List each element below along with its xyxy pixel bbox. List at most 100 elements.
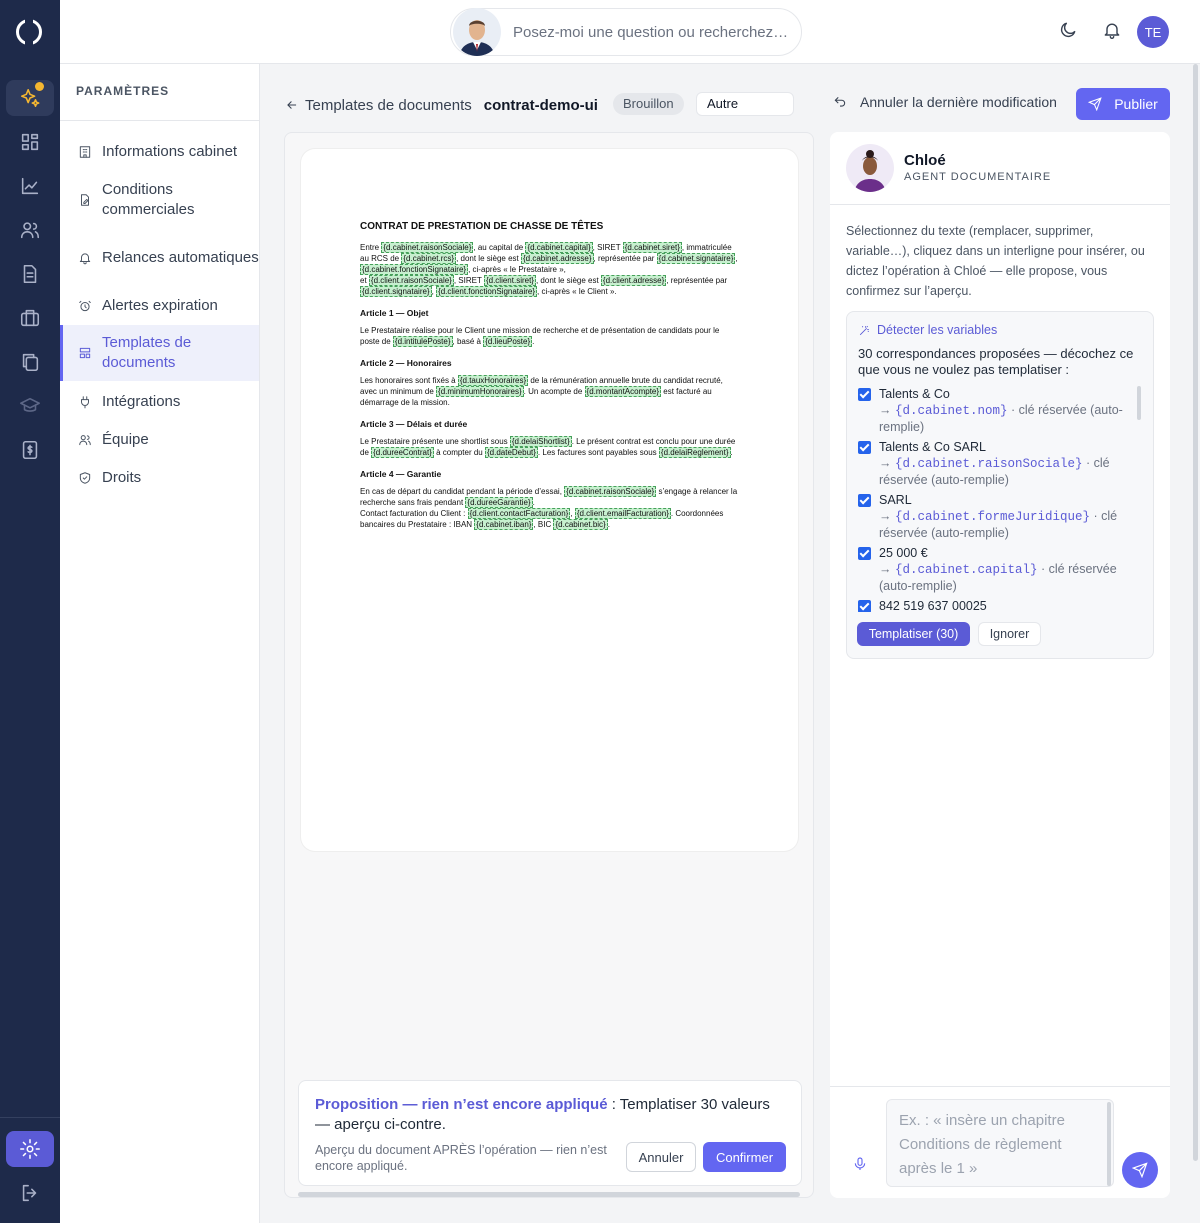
variable-tag[interactable]: {d.client.contactFacturation}: [467, 508, 571, 519]
variable-tag[interactable]: {d.cabinet.bic}: [553, 519, 608, 530]
chat-input[interactable]: Ex. : « insère un chapitre Conditions de…: [886, 1099, 1114, 1187]
dashboard-nav[interactable]: [6, 124, 54, 160]
cancel-button[interactable]: Annuler: [626, 1142, 696, 1172]
variable-tag[interactable]: {d.client.emailFacturation}: [574, 508, 671, 519]
chat-input-scrollbar[interactable]: [1107, 1102, 1111, 1186]
settings-item-informations-cabinet[interactable]: Informations cabinet: [60, 141, 259, 163]
proposal-note: Aperçu du document APRÈS l’opération — r…: [315, 1143, 607, 1173]
variable-tag[interactable]: {d.client.raisonSociale}: [368, 275, 454, 286]
match-item: Talents & Co → {d.cabinet.nom} · clé rés…: [858, 386, 1133, 439]
settings-item-templates-documents[interactable]: Templates de documents: [60, 325, 259, 381]
variable-tag[interactable]: {d.client.adresse}: [600, 275, 667, 286]
notifications-button[interactable]: [1102, 20, 1126, 44]
variable-tag[interactable]: {d.client.signataire}: [360, 286, 432, 297]
match-checkbox[interactable]: [858, 600, 871, 612]
variable-tag[interactable]: {d.cabinet.capital}: [525, 242, 593, 253]
match-item: Talents & Co SARL → {d.cabinet.raisonSoc…: [858, 439, 1133, 492]
arrow-left-icon[interactable]: [285, 98, 299, 112]
settings-item-relances-automatiques[interactable]: Relances automatiques: [60, 237, 259, 279]
bell-icon: [79, 253, 91, 265]
match-checkbox[interactable]: [858, 388, 871, 401]
ignore-button[interactable]: Ignorer: [978, 622, 1041, 646]
jobs-nav[interactable]: [6, 300, 54, 336]
settings-nav[interactable]: [6, 1131, 54, 1167]
variable-tag[interactable]: {d.cabinet.raisonSociale}: [381, 242, 474, 253]
variable-tag[interactable]: {d.cabinet.raisonSociale}: [564, 486, 657, 497]
microphone-button[interactable]: [852, 1156, 868, 1174]
graduation-cap-icon: [20, 397, 40, 412]
logout-nav[interactable]: [6, 1175, 54, 1211]
contacts-nav[interactable]: [6, 212, 54, 248]
users-icon: [79, 435, 91, 446]
templatize-button[interactable]: Templatiser (30): [857, 622, 970, 646]
documents-nav[interactable]: [6, 256, 54, 292]
undo-last-change-button[interactable]: Annuler la dernière modification: [833, 94, 1057, 110]
settings-item-alertes-expiration[interactable]: Alertes expiration: [60, 295, 259, 317]
match-item: SARL → {d.cabinet.formeJuridique} · clé …: [858, 492, 1133, 545]
copy-icon: [22, 353, 39, 372]
bell-icon: [1104, 23, 1120, 39]
gear-icon: [20, 1139, 40, 1159]
variable-tag[interactable]: {d.cabinet.siret}: [622, 242, 682, 253]
variable-tag[interactable]: {d.montantAcompte}: [584, 386, 662, 397]
settings-item-integrations[interactable]: Intégrations: [60, 391, 259, 413]
shield-icon: [79, 472, 91, 484]
settings-heading: PARAMÈTRES: [60, 64, 259, 121]
analytics-nav[interactable]: [6, 168, 54, 204]
variable-tag[interactable]: {d.intitulePoste}: [392, 336, 453, 347]
variable-tag[interactable]: {d.minimumHonoraires}: [436, 386, 524, 397]
detect-variables-link[interactable]: Détecter les variables: [858, 323, 997, 337]
billing-nav[interactable]: [6, 432, 54, 468]
document-type-select[interactable]: Autre: [696, 92, 794, 116]
variable-key: {d.cabinet.raisonSociale}: [894, 457, 1083, 471]
publish-button[interactable]: Publier: [1076, 88, 1170, 120]
variable-tag[interactable]: {d.client.siret}: [483, 275, 536, 286]
horizontal-scrollbar[interactable]: [298, 1192, 800, 1197]
variable-tag[interactable]: {d.delaiReglement}: [658, 447, 731, 458]
variable-tag[interactable]: {d.dureeContrat}: [371, 447, 434, 458]
variable-tag[interactable]: {d.tauxHonoraires}: [457, 375, 529, 386]
assistant-search[interactable]: Posez-moi une question ou recherchez…: [450, 8, 802, 56]
match-item: 842 519 637 00025: [858, 598, 1133, 612]
ai-assistant-nav[interactable]: [6, 80, 54, 116]
article-body: Les honoraires sont fixés à {d.tauxHonor…: [360, 375, 723, 407]
settings-sidebar: PARAMÈTRES Informations cabinet Conditio…: [60, 64, 260, 1223]
invoice-icon: [22, 440, 38, 460]
undo-icon: [834, 96, 846, 107]
variable-tag[interactable]: {d.cabinet.rcs}: [401, 253, 457, 264]
document-icon: [23, 264, 37, 284]
variable-tag[interactable]: {d.cabinet.fonctionSignataire}: [360, 264, 469, 275]
article-body: Le Prestataire réalise pour le Client un…: [360, 326, 720, 347]
settings-item-equipe[interactable]: Équipe: [60, 429, 259, 451]
confirm-button[interactable]: Confirmer: [703, 1142, 786, 1172]
app-rail: [0, 0, 60, 1223]
files-nav[interactable]: [6, 344, 54, 380]
search-placeholder: Posez-moi une question ou recherchez…: [513, 23, 789, 41]
variable-tag[interactable]: {d.cabinet.iban}: [474, 519, 534, 530]
match-list-scrollbar[interactable]: [1137, 386, 1141, 420]
match-checkbox[interactable]: [858, 547, 871, 560]
match-checkbox[interactable]: [858, 494, 871, 507]
variable-tag[interactable]: {d.client.fonctionSignataire}: [436, 286, 538, 297]
variable-tag[interactable]: {d.cabinet.adresse}: [521, 253, 594, 264]
building-icon: [79, 146, 91, 158]
template-icon: [79, 347, 91, 359]
variable-detection-card: Détecter les variables 30 correspondance…: [846, 311, 1154, 659]
settings-item-conditions-commerciales[interactable]: Conditions commerciales: [60, 179, 259, 221]
variable-tag[interactable]: {d.dateDebut}: [484, 447, 538, 458]
page-scrollbar[interactable]: [1193, 64, 1198, 1161]
variable-tag[interactable]: {d.lieuPoste}: [483, 336, 533, 347]
agent-name: Chloé: [904, 152, 946, 169]
variable-tag[interactable]: {d.cabinet.signataire}: [656, 253, 736, 264]
training-nav[interactable]: [6, 388, 54, 424]
match-checkbox[interactable]: [858, 441, 871, 454]
user-avatar[interactable]: TE: [1137, 16, 1169, 48]
theme-toggle[interactable]: [1058, 20, 1082, 44]
settings-item-droits[interactable]: Droits: [60, 467, 259, 489]
send-button[interactable]: [1122, 1152, 1158, 1188]
plug-icon: [81, 396, 89, 409]
variable-tag[interactable]: {d.delaiShortlist}: [509, 436, 572, 447]
variable-tag[interactable]: {d.dureeGarantie}: [465, 497, 533, 508]
document-intro: Entre {d.cabinet.raisonSociale}, au capi…: [360, 242, 738, 297]
back-link[interactable]: Templates de documents: [305, 97, 472, 114]
